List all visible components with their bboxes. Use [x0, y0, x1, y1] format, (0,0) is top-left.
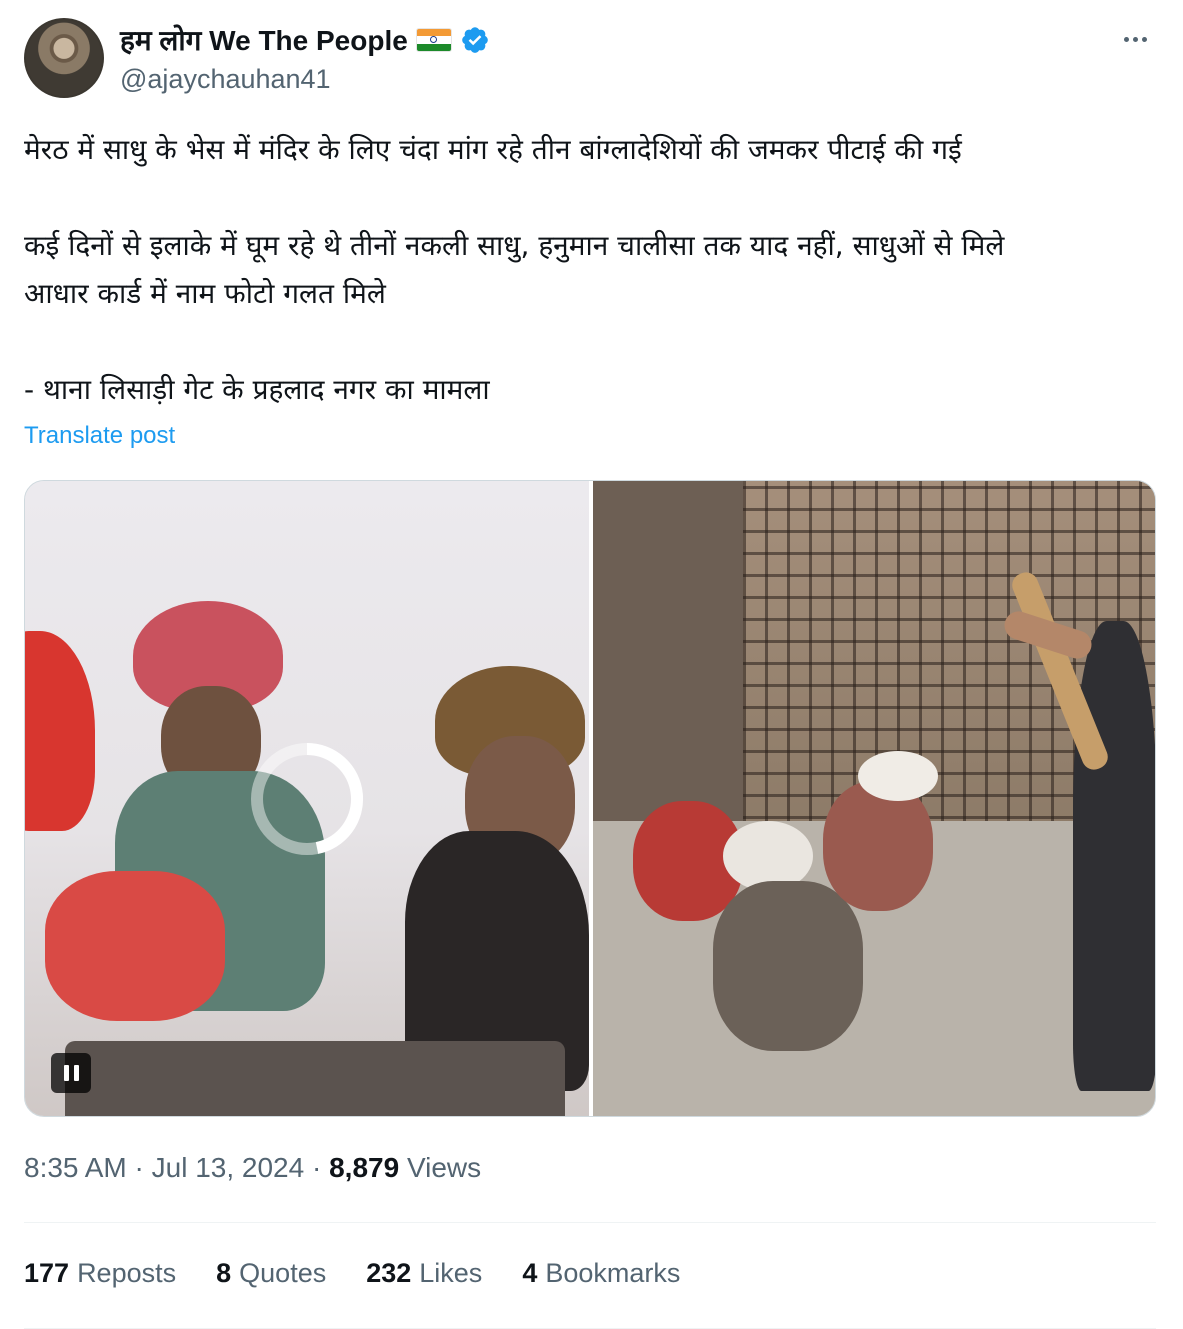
post-line-3: - थाना लिसाड़ी गेट के प्रहलाद नगर का माम… — [24, 373, 490, 406]
bookmarks-stat[interactable]: 4 Bookmarks — [522, 1258, 680, 1289]
views-count[interactable]: 8,879 — [329, 1152, 399, 1183]
author-name-row: हम लोग We The People — [120, 22, 490, 58]
media-container[interactable] — [24, 480, 1156, 1117]
display-name[interactable]: हम लोग We The People — [120, 21, 408, 59]
translate-post-link[interactable]: Translate post — [24, 422, 175, 450]
india-flag-icon — [415, 28, 452, 52]
post-time[interactable]: 8:35 AM — [24, 1152, 127, 1183]
more-options-icon[interactable] — [1115, 24, 1155, 54]
author-handle[interactable]: @ajaychauhan41 — [120, 64, 331, 95]
meta-separator: · — [134, 1152, 144, 1183]
loading-spinner-icon — [251, 743, 364, 855]
bookmarks-label: Bookmarks — [545, 1258, 681, 1288]
post-line-1: मेरठ में साधु के भेस में मंदिर के लिए चं… — [24, 133, 962, 166]
post-line-2a: कई दिनों से इलाके में घूम रहे थे तीनों न… — [24, 229, 1005, 262]
engagement-stats: 177 Reposts 8 Quotes 232 Likes 4 Bookmarks — [24, 1258, 680, 1289]
video-thumbnail[interactable] — [25, 481, 589, 1116]
bookmarks-count: 4 — [522, 1258, 538, 1288]
likes-stat[interactable]: 232 Likes — [366, 1258, 482, 1289]
photo-thumbnail[interactable] — [593, 481, 1155, 1116]
quotes-stat[interactable]: 8 Quotes — [216, 1258, 326, 1289]
post-header: हम लोग We The People @ajaychauhan41 — [24, 18, 1159, 102]
divider — [24, 1222, 1156, 1223]
likes-count: 232 — [366, 1258, 412, 1288]
post-text: मेरठ में साधु के भेस में मंदिर के लिए चं… — [24, 126, 1164, 414]
avatar[interactable] — [24, 18, 104, 98]
quotes-label: Quotes — [239, 1258, 327, 1288]
quotes-count: 8 — [216, 1258, 232, 1288]
post-line-2b: आधार कार्ड में नाम फोटो गलत मिले — [24, 277, 386, 310]
post-meta: 8:35 AM · Jul 13, 2024 · 8,879 Views — [24, 1152, 481, 1184]
reposts-label: Reposts — [77, 1258, 177, 1288]
reposts-stat[interactable]: 177 Reposts — [24, 1258, 176, 1289]
likes-label: Likes — [419, 1258, 483, 1288]
verified-badge-icon[interactable] — [460, 25, 490, 55]
post-date[interactable]: Jul 13, 2024 — [152, 1152, 305, 1183]
meta-separator: · — [311, 1152, 322, 1183]
reposts-count: 177 — [24, 1258, 70, 1288]
pause-icon[interactable] — [51, 1053, 91, 1093]
views-label: Views — [406, 1152, 482, 1183]
